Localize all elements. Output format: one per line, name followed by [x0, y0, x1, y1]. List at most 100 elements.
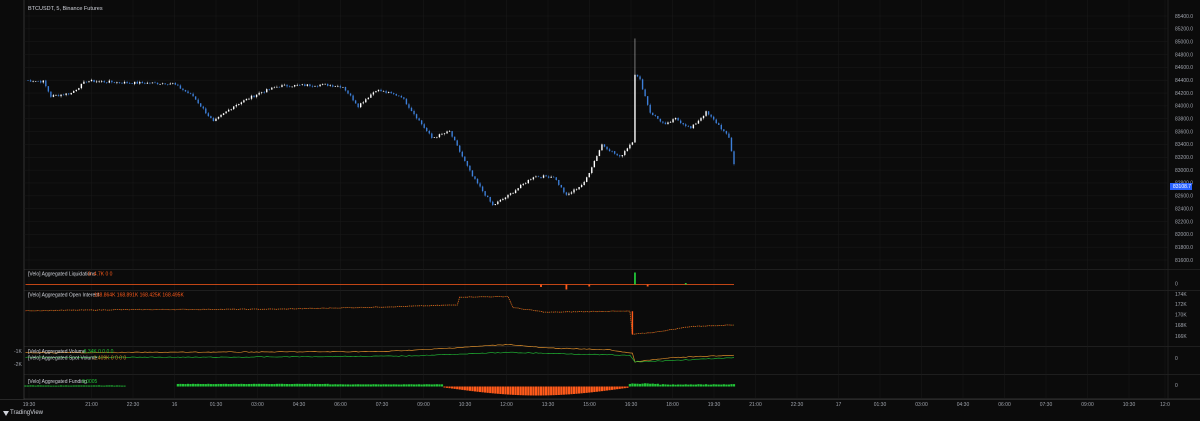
candle-body-190: [507, 194, 509, 198]
candle-body-64: [187, 91, 189, 94]
candle-body-80: [227, 109, 230, 112]
candle-body-104: [288, 86, 291, 87]
funding-bar-147: [397, 384, 400, 387]
candle-body-226: [598, 150, 601, 157]
funding-bar-101: [280, 383, 284, 387]
funding-bar-160: [430, 384, 433, 387]
funding-bar-276: [725, 384, 728, 387]
candle-body-230: [608, 149, 611, 152]
candle-body-38: [121, 82, 123, 84]
candle-body-224: [593, 160, 596, 168]
candle-body-223: [591, 167, 593, 174]
candle-body-36: [116, 82, 118, 83]
symbol-title[interactable]: BTCUSDT, 5, Binance Futures: [28, 6, 103, 12]
funding-bar-238: [628, 383, 631, 387]
funding-bar-172: [461, 386, 464, 390]
spot-volume-legend[interactable]: [Velo] Aggregated Spot Volume: [28, 356, 97, 362]
candle-body-193: [514, 190, 517, 194]
candle-body-138: [375, 91, 377, 93]
candle-body-263: [692, 124, 695, 129]
candle-body-168: [451, 131, 453, 137]
candle-body-14: [60, 94, 62, 97]
candle-body-253: [667, 122, 669, 125]
liquidation-bar-3: [634, 272, 636, 285]
volume-axis-0: 0: [1175, 356, 1178, 362]
candle-body-275: [723, 129, 725, 132]
candle-body-92: [258, 92, 260, 95]
candle-body-200: [532, 177, 535, 180]
funding-bar-162: [435, 384, 438, 387]
funding-bar-205: [544, 386, 548, 396]
candle-body-88: [248, 98, 250, 100]
candle-body-142: [385, 91, 387, 93]
liquidation-bar-5: [684, 283, 687, 285]
funding-bar-11: [52, 385, 55, 387]
oi-axis-170k: 170K: [1175, 313, 1187, 319]
tradingview-brand[interactable]: TradingView: [0, 408, 1200, 421]
funding-bar-277: [727, 384, 731, 387]
funding-bar-107: [296, 383, 299, 387]
funding-bar-29: [98, 385, 101, 387]
funding-bar-23: [82, 385, 86, 387]
funding-bar-156: [420, 384, 423, 387]
candle-body-252: [664, 122, 667, 125]
funding-bar-208: [552, 386, 555, 396]
candle-body-220: [583, 181, 585, 185]
funding-bar-0: [24, 385, 27, 387]
candle-body-54: [161, 83, 164, 85]
funding-bar-242: [638, 383, 642, 387]
volume-legend[interactable]: [Velo] Aggregated Volume: [28, 349, 86, 355]
candle-body-105: [291, 86, 293, 88]
candle-body-67: [194, 96, 197, 100]
candle-body-270: [710, 114, 712, 117]
price-tick-5: 84400.0: [1175, 78, 1193, 84]
funding-bar-132: [359, 384, 362, 387]
funding-bar-168: [451, 386, 454, 389]
candle-body-222: [588, 173, 590, 178]
candle-body-41: [128, 83, 131, 84]
candle-body-60: [177, 84, 179, 86]
funding-bar-16: [65, 385, 68, 387]
candle-body-49: [149, 82, 151, 84]
funding-bar-64: [186, 383, 190, 387]
candle-body-102: [283, 84, 286, 86]
candle-body-77: [220, 115, 222, 117]
candle-body-201: [535, 176, 537, 178]
funding-bar-185: [494, 386, 497, 394]
candle-body-165: [443, 133, 446, 135]
funding-bar-10: [49, 385, 52, 387]
candle-body-239: [631, 142, 634, 145]
candle-body-250: [659, 118, 662, 122]
liquidations-legend[interactable]: [Velo] Aggregated Liquidations: [28, 272, 96, 278]
funding-bar-83: [235, 383, 238, 387]
funding-bar-235: [621, 386, 624, 389]
funding-bar-62: [181, 383, 185, 387]
candle-body-196: [522, 183, 524, 185]
price-tick-19: 81600.0: [1175, 258, 1193, 264]
funding-bar-3: [32, 385, 35, 387]
funding-bar-149: [402, 384, 405, 387]
funding-bar-243: [641, 383, 644, 387]
price-tick-18: 81800.0: [1175, 245, 1193, 251]
funding-bar-115: [316, 383, 319, 387]
funding-bar-136: [369, 384, 372, 387]
candle-body-78: [222, 113, 225, 116]
funding-bar-226: [598, 386, 601, 392]
trading-chart[interactable]: 85400.0 85200.0 85000.0 84800.0 84600.0 84400…: [0, 0, 1200, 421]
candle-body-265: [697, 120, 700, 124]
funding-bar-111: [306, 383, 309, 387]
funding-bar-170: [456, 386, 459, 390]
candle-body-81: [230, 109, 232, 110]
candle-body-50: [151, 82, 154, 84]
candle-body-9: [47, 86, 50, 92]
funding-bar-209: [555, 386, 558, 396]
candle-body-25: [88, 81, 90, 82]
volume-left-label-2: -2K: [14, 362, 22, 368]
funding-legend[interactable]: [Velo] Aggregated Funding: [28, 379, 87, 385]
funding-bar-189: [504, 386, 507, 395]
funding-bar-279: [732, 384, 736, 387]
open-interest-legend[interactable]: [Velo] Aggregated Open Interest: [28, 293, 100, 299]
candle-body-234: [619, 155, 621, 157]
candle-body-195: [519, 184, 522, 189]
candle-body-163: [438, 134, 441, 138]
